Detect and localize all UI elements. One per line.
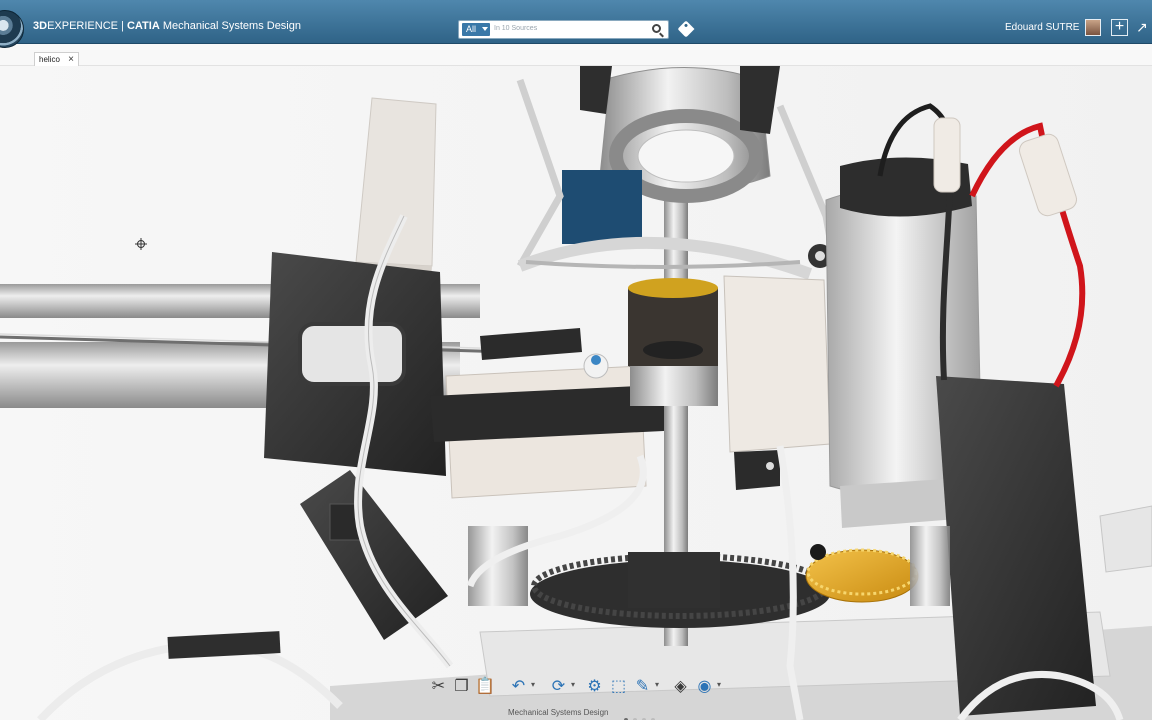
scissors-icon[interactable]: ✂ — [429, 677, 448, 696]
copy-icon[interactable]: ❐ — [452, 677, 471, 696]
chevron-down-icon[interactable]: ▾ — [571, 680, 575, 689]
action-toolbar: ✂ ❐ 📋 ↶ ▾ ⟳ ▾ ⚙ ⬚ ✎ ▾ ◈ ◉ ▾ — [427, 674, 727, 700]
3d-viewport[interactable] — [0, 66, 1152, 720]
section-pager[interactable] — [624, 709, 660, 720]
update-icon[interactable]: ⟳ — [549, 677, 568, 696]
add-icon[interactable]: + — [1111, 19, 1128, 36]
search-scope-dropdown[interactable]: All — [462, 23, 490, 36]
chevron-down-icon[interactable]: ▾ — [717, 680, 721, 689]
view-icon[interactable]: ◈ — [671, 677, 690, 696]
avatar[interactable] — [1085, 19, 1101, 36]
undo-icon[interactable]: ↶ — [509, 677, 528, 696]
app-window: 3DEXPERIENCE | CATIA Mechanical Systems … — [0, 0, 1152, 720]
chevron-down-icon[interactable]: ▾ — [531, 680, 535, 689]
render-icon[interactable]: ◉ — [695, 677, 714, 696]
chevron-down-icon[interactable]: ▾ — [655, 680, 659, 689]
top-bar: 3DEXPERIENCE | CATIA Mechanical Systems … — [0, 0, 1152, 48]
assembly-icon[interactable]: ⚙ — [585, 677, 604, 696]
search-box[interactable]: All In 10 Sources — [458, 20, 669, 39]
brand-experience: EXPERIENCE — [47, 20, 118, 32]
brand-app-name: Mechanical Systems Design — [159, 20, 301, 32]
paste-icon[interactable]: 📋 — [475, 677, 495, 696]
tab-label: helico — [39, 55, 60, 64]
app-title: 3DEXPERIENCE | CATIA Mechanical Systems … — [33, 20, 301, 32]
brand-3d: 3D — [33, 20, 48, 32]
workbench-caption[interactable]: Mechanical Systems Design — [508, 708, 608, 717]
brand-catia: CATIA — [126, 20, 160, 32]
chevron-down-icon — [482, 27, 488, 31]
search-input[interactable]: In 10 Sources — [494, 25, 537, 32]
tag-icon[interactable] — [677, 20, 695, 38]
measure-icon[interactable]: ⬚ — [609, 677, 628, 696]
search-scope-label: All — [466, 24, 477, 34]
model-render — [0, 66, 1152, 720]
compass-icon[interactable] — [0, 10, 24, 48]
search-icon[interactable] — [652, 24, 661, 33]
tab-helico[interactable]: helico × — [34, 52, 79, 66]
share-icon[interactable]: ↗ — [1136, 19, 1152, 36]
close-icon[interactable]: × — [68, 53, 74, 66]
user-name[interactable]: Edouard SUTRE — [1005, 22, 1079, 33]
brand-separator: | — [117, 20, 127, 32]
tab-strip: helico × — [0, 44, 1152, 66]
sketch-icon[interactable]: ✎ — [633, 677, 652, 696]
